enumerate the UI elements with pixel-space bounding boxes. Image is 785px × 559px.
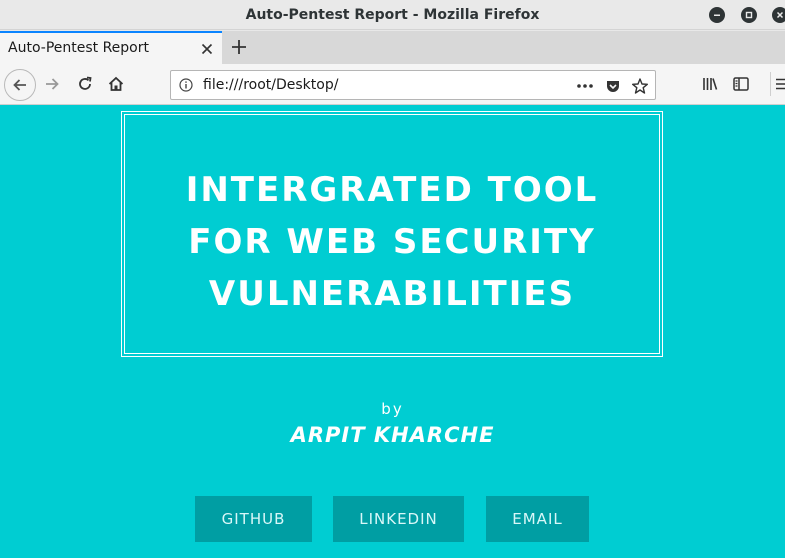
hero-title-line-1: INTERGRATED TOOL — [185, 170, 599, 210]
bookmark-star-icon[interactable] — [630, 76, 650, 96]
back-icon[interactable] — [4, 69, 36, 101]
window-title: Auto-Pentest Report - Mozilla Firefox — [245, 7, 540, 23]
sidebar-icon[interactable] — [731, 74, 751, 94]
close-icon[interactable] — [772, 7, 785, 23]
tab-auto-pentest-report[interactable]: Auto-Pentest Report — [0, 31, 222, 64]
maximize-icon[interactable] — [741, 7, 757, 23]
url-bar[interactable]: file:///root/Desktop/ — [170, 70, 656, 100]
info-icon[interactable] — [179, 78, 193, 92]
menu-icon[interactable] — [773, 74, 785, 94]
hero-title-line-2: FOR WEB SECURITY — [188, 222, 596, 262]
tab-title: Auto-Pentest Report — [8, 40, 149, 56]
email-button[interactable]: EMAIL — [486, 496, 589, 542]
minimize-icon[interactable] — [709, 7, 725, 23]
nav-bar: file:///root/Desktop/ — [0, 64, 785, 105]
forward-icon[interactable] — [42, 74, 62, 94]
new-tab-icon[interactable] — [230, 38, 248, 56]
byline-label: by — [381, 400, 404, 418]
author-name: ARPIT KHARCHE — [290, 423, 495, 447]
home-icon[interactable] — [106, 74, 126, 94]
toolbar-separator — [770, 72, 771, 96]
linkedin-button[interactable]: LINKEDIN — [333, 496, 464, 542]
github-button[interactable]: GITHUB — [195, 496, 312, 542]
hero-frame: INTERGRATED TOOL FOR WEB SECURITY VULNER… — [121, 111, 663, 357]
hero-title-line-3: VULNERABILITIES — [208, 274, 576, 314]
library-icon[interactable] — [700, 74, 720, 94]
url-text[interactable]: file:///root/Desktop/ — [203, 77, 338, 93]
tab-bar: Auto-Pentest Report — [0, 31, 785, 64]
pocket-icon[interactable] — [603, 76, 623, 96]
reload-icon[interactable] — [75, 74, 95, 94]
hero-title: INTERGRATED TOOL FOR WEB SECURITY VULNER… — [122, 164, 662, 320]
page-content: INTERGRATED TOOL FOR WEB SECURITY VULNER… — [0, 105, 785, 559]
page-actions-icon[interactable] — [575, 76, 595, 96]
window-titlebar: Auto-Pentest Report - Mozilla Firefox — [0, 0, 785, 30]
tab-close-icon[interactable] — [200, 42, 214, 56]
